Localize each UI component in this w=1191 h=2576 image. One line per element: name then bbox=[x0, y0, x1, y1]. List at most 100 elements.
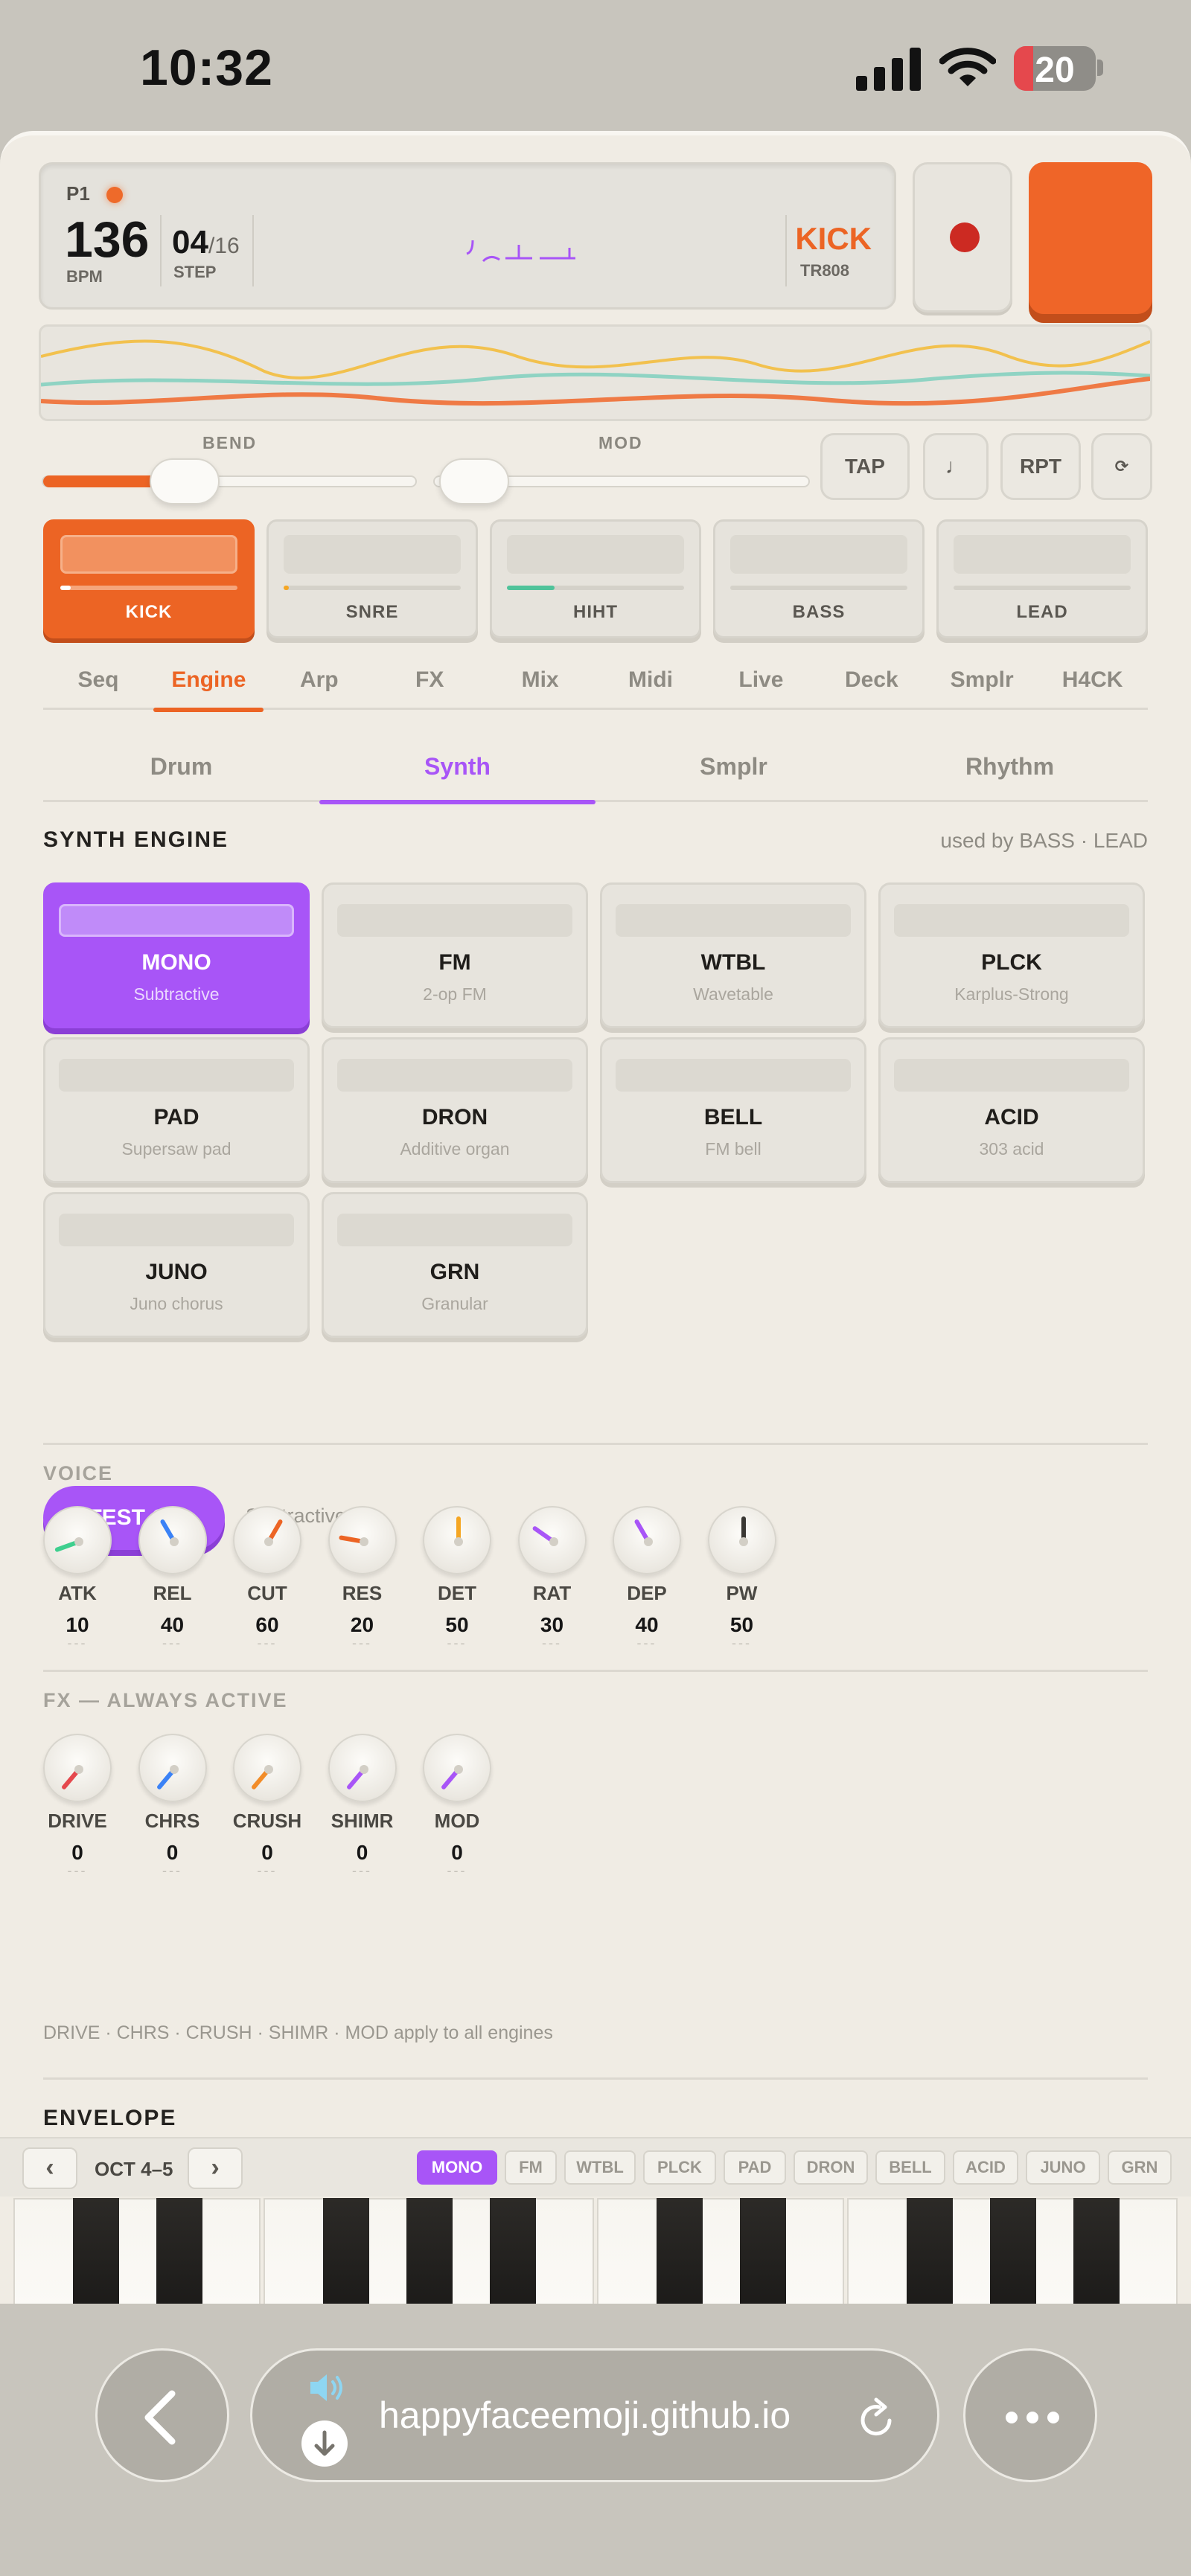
subtab-drum[interactable]: Drum bbox=[43, 731, 319, 802]
knob-hub bbox=[549, 1537, 558, 1546]
subtab-rhythm[interactable]: Rhythm bbox=[872, 731, 1148, 802]
engine-card-mono[interactable]: MONO Subtractive bbox=[43, 882, 310, 1028]
knob-rel[interactable] bbox=[138, 1506, 207, 1574]
knob-det[interactable] bbox=[423, 1506, 491, 1574]
engine-chip-grn[interactable]: GRN bbox=[1108, 2150, 1172, 2185]
loop-icon[interactable]: ⟳ bbox=[1091, 433, 1152, 500]
engine-chip-wtbl[interactable]: WTBL bbox=[564, 2150, 636, 2185]
black-key[interactable] bbox=[323, 2198, 369, 2304]
octave-down-button[interactable]: ‹ bbox=[22, 2147, 77, 2189]
black-key[interactable] bbox=[1073, 2198, 1120, 2304]
track-pad-kick[interactable]: KICK bbox=[43, 519, 255, 638]
engine-card-dron[interactable]: DRON Additive organ bbox=[322, 1037, 588, 1183]
engine-chip-plck[interactable]: PLCK bbox=[643, 2150, 716, 2185]
knob-dep[interactable] bbox=[613, 1506, 681, 1574]
tab-seq[interactable]: Seq bbox=[43, 650, 153, 710]
knob-cut[interactable] bbox=[233, 1506, 301, 1574]
engine-chip-mono[interactable]: MONO bbox=[417, 2150, 497, 2185]
black-key[interactable] bbox=[73, 2198, 119, 2304]
battery-icon: 20 bbox=[1014, 46, 1096, 91]
engine-chip-juno[interactable]: JUNO bbox=[1026, 2150, 1100, 2185]
step-label: STEP bbox=[173, 263, 217, 281]
black-key[interactable] bbox=[657, 2198, 703, 2304]
engine-chip-fm[interactable]: FM bbox=[505, 2150, 557, 2185]
play-button[interactable] bbox=[1029, 162, 1152, 314]
track-level-bar bbox=[507, 586, 684, 590]
engine-card-pad[interactable]: PAD Supersaw pad bbox=[43, 1037, 310, 1183]
reload-icon[interactable] bbox=[852, 2397, 900, 2444]
address-bar[interactable]: happyfaceemoji.github.io bbox=[250, 2348, 939, 2482]
engine-card-fm[interactable]: FM 2-op FM bbox=[322, 882, 588, 1028]
engine-card-bell[interactable]: BELL FM bell bbox=[600, 1037, 866, 1183]
tab-engine[interactable]: Engine bbox=[153, 650, 264, 712]
note-length-button[interactable]: ♩ bbox=[923, 433, 989, 500]
black-key[interactable] bbox=[490, 2198, 536, 2304]
knob-shimr[interactable] bbox=[328, 1734, 397, 1802]
knob-mod[interactable] bbox=[423, 1734, 491, 1802]
waveform-display bbox=[39, 324, 1152, 421]
track-level-fill bbox=[60, 586, 71, 590]
black-key[interactable] bbox=[990, 2198, 1036, 2304]
bpm-value[interactable]: 136 bbox=[65, 211, 149, 269]
knob-value: 0 bbox=[71, 1841, 83, 1864]
bend-slider-thumb[interactable] bbox=[149, 458, 220, 504]
track-name: SNRE bbox=[345, 602, 399, 622]
black-key[interactable] bbox=[740, 2198, 786, 2304]
knob-value: 20 bbox=[350, 1613, 374, 1636]
knob-pw[interactable] bbox=[707, 1506, 776, 1574]
tab-mix[interactable]: Mix bbox=[485, 650, 596, 710]
tab-arp[interactable]: Arp bbox=[264, 650, 374, 710]
engine-description: 303 acid bbox=[979, 1139, 1044, 1159]
engine-card-acid[interactable]: ACID 303 acid bbox=[878, 1037, 1145, 1183]
knob-res[interactable] bbox=[328, 1506, 397, 1574]
black-key[interactable] bbox=[406, 2198, 453, 2304]
fx-title: FX — ALWAYS ACTIVE bbox=[43, 1689, 288, 1711]
engine-chip-pad[interactable]: PAD bbox=[724, 2150, 786, 2185]
tab-smplr[interactable]: Smplr bbox=[927, 650, 1037, 710]
tab-live[interactable]: Live bbox=[706, 650, 816, 710]
back-button[interactable] bbox=[95, 2348, 229, 2482]
tap-tempo-button[interactable]: TAP bbox=[820, 433, 910, 500]
subtab-smplr[interactable]: Smplr bbox=[596, 731, 872, 802]
knob-atk[interactable] bbox=[43, 1506, 112, 1574]
engine-chip-dron[interactable]: DRON bbox=[794, 2150, 868, 2185]
knob-value-underline: --- bbox=[732, 1635, 752, 1650]
download-icon[interactable] bbox=[301, 2420, 348, 2467]
more-menu-button[interactable] bbox=[963, 2348, 1097, 2482]
knob-value-underline: --- bbox=[67, 1635, 88, 1650]
subtab-synth[interactable]: Synth bbox=[319, 731, 596, 804]
engine-chip-bell[interactable]: BELL bbox=[875, 2150, 945, 2185]
track-screen bbox=[60, 535, 237, 574]
engine-screen bbox=[894, 904, 1129, 937]
tab-deck[interactable]: Deck bbox=[817, 650, 927, 710]
bend-slider-track[interactable] bbox=[42, 475, 417, 487]
black-key[interactable] bbox=[156, 2198, 202, 2304]
engine-card-grn[interactable]: GRN Granular bbox=[322, 1192, 588, 1338]
engine-chip-acid[interactable]: ACID bbox=[953, 2150, 1018, 2185]
mod-slider-thumb[interactable] bbox=[439, 458, 510, 504]
track-pad-lead[interactable]: LEAD bbox=[936, 519, 1148, 638]
status-bar: 10:32 20 bbox=[0, 0, 1191, 131]
engine-card-juno[interactable]: JUNO Juno chorus bbox=[43, 1192, 310, 1338]
repeat-button[interactable]: RPT bbox=[1000, 433, 1081, 500]
engine-card-plck[interactable]: PLCK Karplus-Strong bbox=[878, 882, 1145, 1028]
knob-label: DEP bbox=[627, 1582, 667, 1604]
octave-up-button[interactable]: › bbox=[188, 2147, 243, 2189]
track-name: HIHT bbox=[573, 602, 618, 622]
track-pad-snre[interactable]: SNRE bbox=[266, 519, 478, 638]
engine-card-wtbl[interactable]: WTBL Wavetable bbox=[600, 882, 866, 1028]
record-button[interactable] bbox=[913, 162, 1012, 313]
knob-chrs[interactable] bbox=[138, 1734, 207, 1802]
track-pad-bass[interactable]: BASS bbox=[713, 519, 925, 638]
tab-midi[interactable]: Midi bbox=[596, 650, 706, 710]
engine-screen bbox=[59, 904, 294, 937]
track-pad-hiht[interactable]: HIHT bbox=[490, 519, 701, 638]
black-key[interactable] bbox=[907, 2198, 953, 2304]
tab-h4ck[interactable]: H4CK bbox=[1038, 650, 1148, 710]
engine-description: Granular bbox=[421, 1294, 488, 1313]
tab-fx[interactable]: FX bbox=[374, 650, 485, 710]
knob-drive[interactable] bbox=[43, 1734, 112, 1802]
knob-rat[interactable] bbox=[517, 1506, 587, 1574]
knob-value: 40 bbox=[635, 1613, 659, 1636]
knob-crush[interactable] bbox=[233, 1734, 301, 1802]
